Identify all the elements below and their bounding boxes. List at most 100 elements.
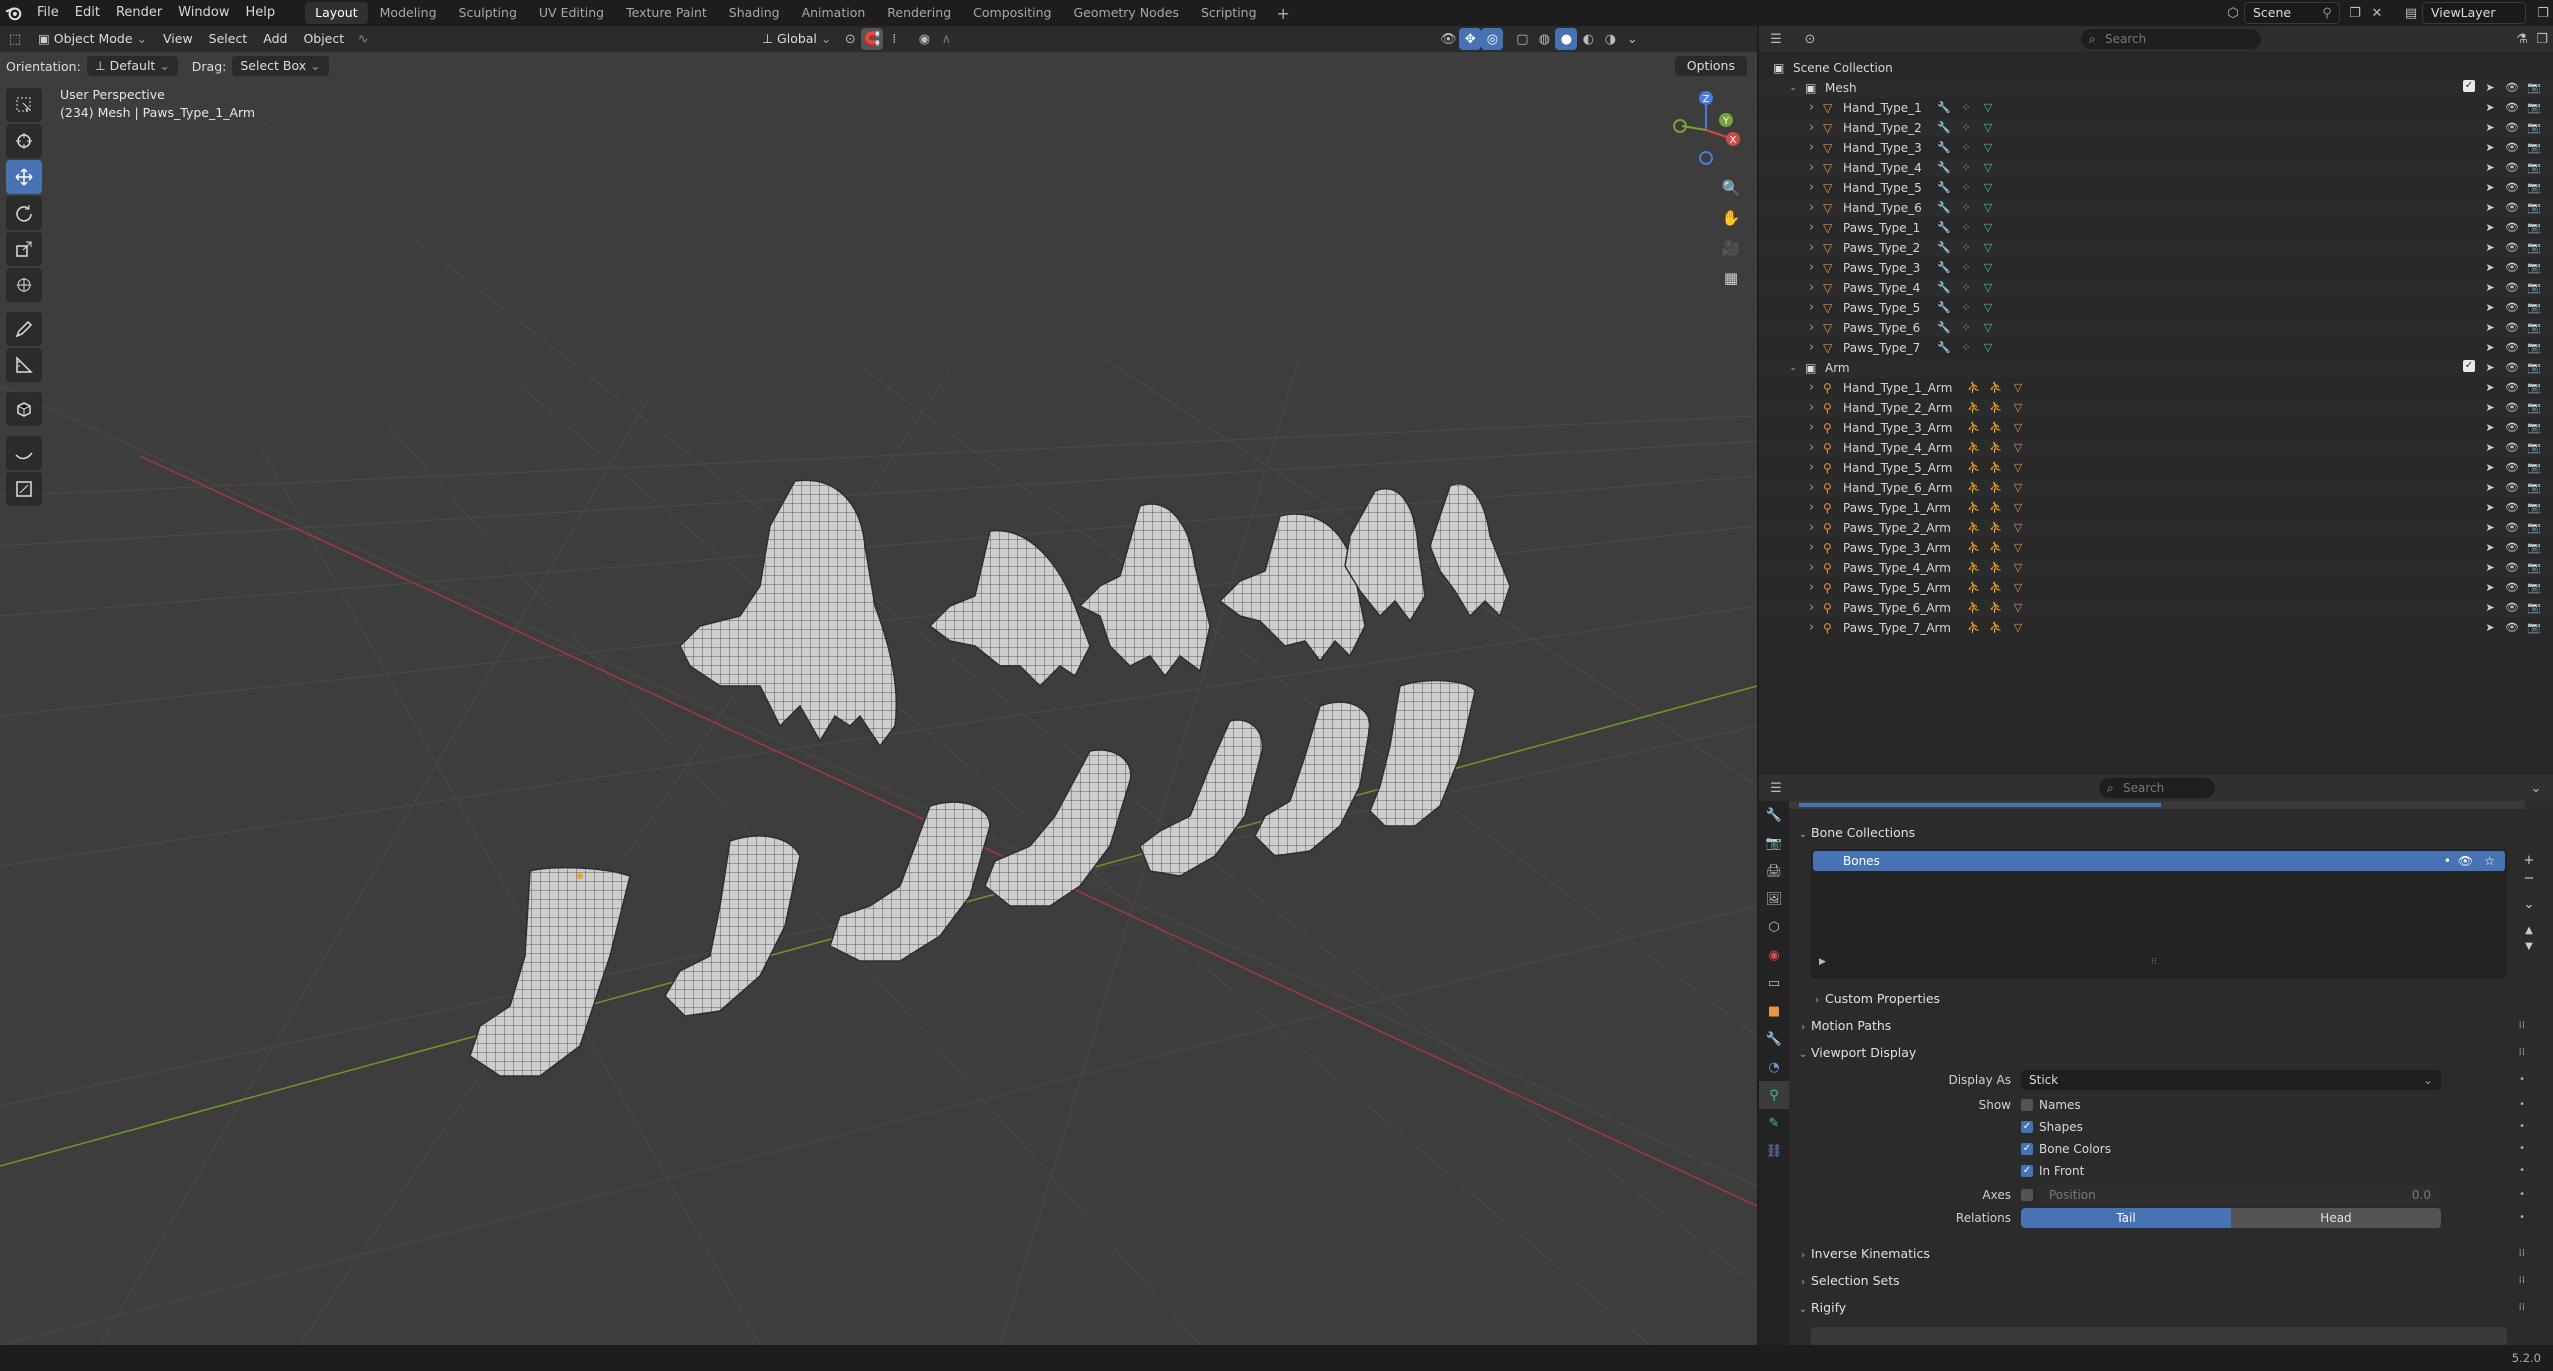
outliner-search-input[interactable]: Search	[2081, 29, 2261, 49]
keyframe-dot-icon[interactable]: •	[2519, 1095, 2525, 1115]
outliner-object-row[interactable]: › ⚲ Hand_Type_2_Arm ⛹ ⛹ ▽ ➤ 👁 📷	[1759, 398, 2553, 418]
keyframe-dot-icon[interactable]: •	[2519, 1185, 2525, 1205]
filter-icon[interactable]: ⚗	[2511, 28, 2533, 50]
outliner-object-row[interactable]: › ▽ Hand_Type_1 🔧 ⁘ ▽ ➤ 👁 📷	[1759, 98, 2553, 118]
exclude-checkbox[interactable]: ✓	[2463, 80, 2475, 92]
menu-select[interactable]: Select	[201, 28, 256, 50]
chevron-right-icon[interactable]: ›	[1809, 458, 1814, 478]
render-camera-icon[interactable]: 📷	[2527, 540, 2541, 556]
visibility-icon[interactable]: 👁	[1437, 28, 1459, 50]
render-camera-icon[interactable]: 📷	[2527, 440, 2541, 456]
mesh-data-icon[interactable]: ▽	[1981, 120, 1995, 136]
falloff-icon[interactable]: ∧	[935, 28, 957, 50]
keyframe-dot-icon[interactable]: •	[2519, 1117, 2525, 1137]
visibility-eye-icon[interactable]: 👁	[2505, 100, 2519, 116]
vertex-groups-icon[interactable]: ⁘	[1959, 240, 1973, 256]
outliner-object-row[interactable]: › ⚲ Paws_Type_2_Arm ⛹ ⛹ ▽ ➤ 👁 📷	[1759, 518, 2553, 538]
outliner-object-row[interactable]: › ⚲ Hand_Type_3_Arm ⛹ ⛹ ▽ ➤ 👁 📷	[1759, 418, 2553, 438]
modifier-wrench-icon[interactable]: 🔧	[1937, 200, 1951, 216]
chevron-right-icon[interactable]: ›	[1809, 178, 1814, 198]
rigify-generate-button[interactable]	[1811, 1327, 2507, 1345]
selectable-arrow-icon[interactable]: ➤	[2483, 240, 2497, 256]
outliner-object-row[interactable]: › ▽ Hand_Type_2 🔧 ⁘ ▽ ➤ 👁 📷	[1759, 118, 2553, 138]
xray-icon[interactable]: ▢	[1511, 28, 1533, 50]
armature-data-icon[interactable]: ⛹	[1989, 480, 2003, 496]
selectable-arrow-icon[interactable]: ➤	[2483, 540, 2497, 556]
modifier-wrench-icon[interactable]: 🔧	[1937, 340, 1951, 356]
outliner-object-row[interactable]: › ▽ Hand_Type_5 🔧 ⁘ ▽ ➤ 👁 📷	[1759, 178, 2553, 198]
visibility-eye-icon[interactable]: 👁	[2505, 180, 2519, 196]
bend-tool[interactable]	[6, 436, 42, 470]
drag-handle-icon[interactable]: ⁞⁞	[2519, 1041, 2525, 1065]
selectable-arrow-icon[interactable]: ➤	[2483, 180, 2497, 196]
selectable-arrow-icon[interactable]: ➤	[2483, 420, 2497, 436]
menu-add[interactable]: Add	[255, 28, 295, 50]
menu-help[interactable]: Help	[238, 0, 284, 26]
3d-viewport[interactable]: ⬚ ▣ Object Mode ⌄ View Select Add Object…	[0, 26, 1757, 1345]
mesh-data-icon[interactable]: ▽	[1981, 280, 1995, 296]
pose-icon[interactable]: ⛹	[1967, 420, 1981, 436]
render-camera-icon[interactable]: 📷	[2527, 520, 2541, 536]
gizmo-neg-z[interactable]	[1699, 151, 1713, 165]
modifier-wrench-icon[interactable]: 🔧	[1937, 300, 1951, 316]
selectable-arrow-icon[interactable]: ➤	[2483, 360, 2497, 376]
render-camera-icon[interactable]: 📷	[2527, 560, 2541, 576]
tab-scene[interactable]: ⬡	[1759, 913, 1789, 941]
pose-icon[interactable]: ⛹	[1967, 480, 1981, 496]
tab-world[interactable]: ◉	[1759, 941, 1789, 969]
object-name[interactable]: Paws_Type_2	[1843, 238, 1920, 258]
outliner-object-row[interactable]: › ⚲ Paws_Type_6_Arm ⛹ ⛹ ▽ ➤ 👁 📷	[1759, 598, 2553, 618]
armature-data-icon[interactable]: ⛹	[1989, 440, 2003, 456]
chevron-right-icon[interactable]: ›	[1809, 298, 1814, 318]
outliner-object-row[interactable]: › ▽ Hand_Type_4 🔧 ⁘ ▽ ➤ 👁 📷	[1759, 158, 2553, 178]
properties-search-input[interactable]: Search	[2099, 778, 2215, 798]
orientation-dropdown[interactable]: ⊥ Default ⌄	[86, 56, 178, 76]
menu-render[interactable]: Render	[108, 0, 170, 26]
tab-output[interactable]: 🖨	[1759, 857, 1789, 885]
tab-object[interactable]: ■	[1759, 997, 1789, 1025]
modifier-wrench-icon[interactable]: 🔧	[1937, 160, 1951, 176]
child-mesh-icon[interactable]: ▽	[2011, 420, 2025, 436]
render-camera-icon[interactable]: 📷	[2527, 260, 2541, 276]
visibility-eye-icon[interactable]: 👁	[2505, 120, 2519, 136]
armature-data-icon[interactable]: ⛹	[1989, 560, 2003, 576]
selectable-arrow-icon[interactable]: ➤	[2483, 320, 2497, 336]
pose-icon[interactable]: ⛹	[1967, 520, 1981, 536]
annotate-tool[interactable]	[6, 312, 42, 346]
selectable-arrow-icon[interactable]: ➤	[2483, 200, 2497, 216]
display-mode-icon[interactable]: ⊙	[1799, 28, 1821, 50]
chevron-right-icon[interactable]: ›	[1809, 438, 1814, 458]
names-checkbox[interactable]	[2021, 1099, 2033, 1111]
outliner-scene-collection[interactable]: ▣ Scene Collection	[1759, 58, 2553, 78]
render-camera-icon[interactable]: 📷	[2527, 300, 2541, 316]
bone-collection-item[interactable]: Bones • 👁 ☆	[1813, 851, 2505, 871]
render-camera-icon[interactable]: 📷	[2527, 580, 2541, 596]
outliner-object-row[interactable]: › ▽ Hand_Type_3 🔧 ⁘ ▽ ➤ 👁 📷	[1759, 138, 2553, 158]
outliner-object-row[interactable]: › ▽ Paws_Type_5 🔧 ⁘ ▽ ➤ 👁 📷	[1759, 298, 2553, 318]
rendered-shading-icon[interactable]: ◑	[1599, 28, 1621, 50]
render-camera-icon[interactable]: 📷	[2527, 500, 2541, 516]
object-name[interactable]: Hand_Type_4_Arm	[1843, 438, 1952, 458]
modifier-wrench-icon[interactable]: 🔧	[1937, 180, 1951, 196]
render-camera-icon[interactable]: 📷	[2527, 340, 2541, 356]
tab-shading[interactable]: Shading	[719, 2, 790, 24]
selectable-arrow-icon[interactable]: ➤	[2483, 280, 2497, 296]
render-camera-icon[interactable]: 📷	[2527, 420, 2541, 436]
solid-shading-icon[interactable]: ●	[1555, 28, 1578, 50]
tab-sculpting[interactable]: Sculpting	[449, 2, 527, 24]
render-camera-icon[interactable]: 📷	[2527, 100, 2541, 116]
selectable-arrow-icon[interactable]: ➤	[2483, 480, 2497, 496]
chevron-right-icon[interactable]: ›	[1809, 198, 1814, 218]
mesh-data-icon[interactable]: ▽	[1981, 160, 1995, 176]
chevron-right-icon[interactable]: ›	[1809, 98, 1814, 118]
chevron-right-icon[interactable]: ›	[1809, 138, 1814, 158]
resize-handle-icon[interactable]: ⁝⁝	[2151, 957, 2157, 967]
selectable-arrow-icon[interactable]: ➤	[2483, 300, 2497, 316]
mesh-data-icon[interactable]: ▽	[1981, 180, 1995, 196]
modifier-wrench-icon[interactable]: 🔧	[1937, 260, 1951, 276]
specials-menu-icon[interactable]: ⌄	[2519, 897, 2539, 919]
pan-hand-icon[interactable]: ✋	[1718, 204, 1744, 232]
child-mesh-icon[interactable]: ▽	[2011, 520, 2025, 536]
chevron-right-icon[interactable]: ›	[1809, 498, 1814, 518]
pose-icon[interactable]: ⛹	[1967, 460, 1981, 476]
